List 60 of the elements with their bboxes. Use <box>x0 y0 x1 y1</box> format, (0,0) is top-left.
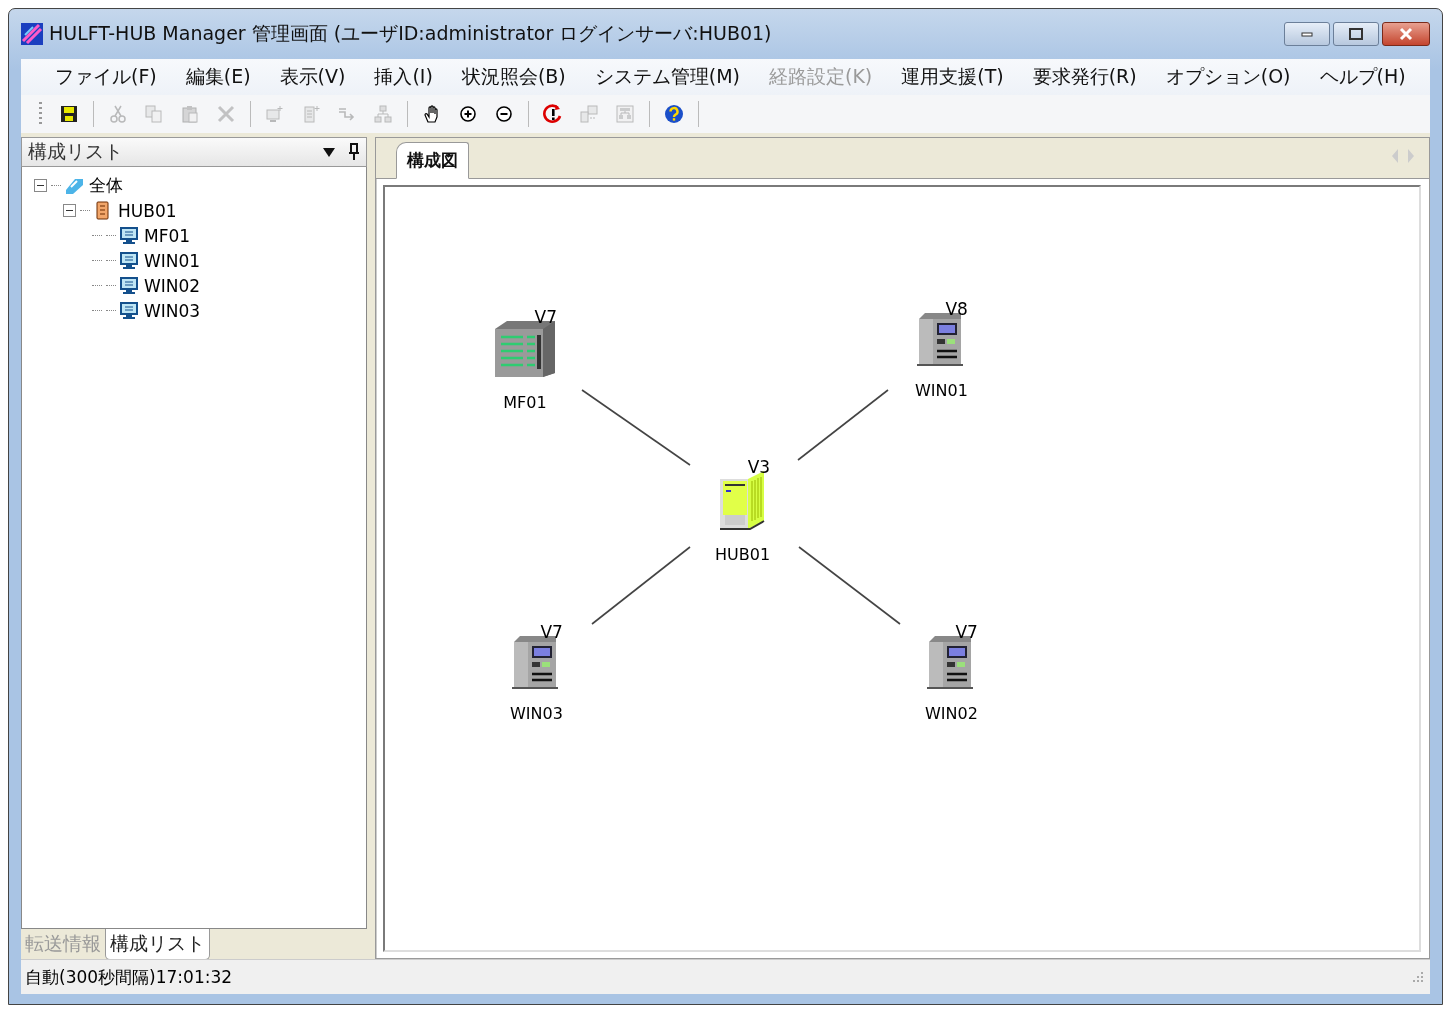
version-label: V8 <box>945 299 968 319</box>
dropdown-arrow-icon[interactable] <box>322 146 336 158</box>
close-button[interactable] <box>1382 22 1430 46</box>
copy-icon <box>144 104 164 124</box>
tree-item[interactable]: WIN03 <box>144 300 201 321</box>
close-icon <box>1398 27 1414 41</box>
version-label: V7 <box>955 622 978 642</box>
menu-item[interactable]: 要求発行(R) <box>1020 64 1149 90</box>
panel-title: 構成リスト <box>28 139 124 164</box>
collapse-toggle[interactable] <box>34 179 47 192</box>
collapse-toggle[interactable] <box>63 204 76 217</box>
node-label: WIN02 <box>925 704 978 723</box>
node-label: WIN03 <box>510 704 563 723</box>
tree-item[interactable]: WIN02 <box>144 275 201 296</box>
menu-item[interactable]: ファイル(F) <box>43 64 169 90</box>
scissors-icon <box>108 104 128 124</box>
monitor-icon <box>120 275 140 296</box>
view-tab[interactable]: 構成図 <box>396 142 469 179</box>
window-title: HULFT-HUB Manager 管理画面 (ユーザID:administrator ログインサーバ:HUB01) <box>49 21 773 46</box>
scroll-right-icon <box>1407 148 1415 164</box>
tree-item[interactable]: 全体 <box>89 174 123 197</box>
add-server-icon <box>301 104 321 124</box>
panel-tab[interactable]: 構成リスト <box>105 929 210 960</box>
monitor-icon <box>120 225 140 246</box>
clipboard-icon <box>180 104 200 124</box>
menu-item[interactable]: 表示(V) <box>267 64 358 90</box>
menu-item[interactable]: システム管理(M) <box>582 64 752 90</box>
maximize-icon <box>1348 27 1364 41</box>
version-label: V3 <box>747 457 771 477</box>
menu-item[interactable]: 運用支援(T) <box>889 64 1016 90</box>
add-computer-icon <box>265 104 285 124</box>
version-label: V7 <box>540 622 563 642</box>
tree-item[interactable]: MF01 <box>144 225 191 246</box>
monitor-icon <box>120 250 140 271</box>
scroll-left-icon <box>1391 148 1399 164</box>
layout-icon <box>615 104 635 124</box>
node-label: MF01 <box>503 393 547 412</box>
node-label: HUB01 <box>715 545 771 564</box>
version-label: V7 <box>534 307 557 327</box>
app-logo-icon <box>21 23 43 45</box>
save-icon <box>59 104 79 124</box>
zoom-in-icon <box>458 104 478 124</box>
tree-item[interactable]: WIN01 <box>144 250 201 271</box>
refresh-alert-icon <box>543 104 563 124</box>
menu-item[interactable]: 編集(E) <box>173 64 263 90</box>
resize-grip-icon <box>1412 971 1424 983</box>
menu-item[interactable]: 状況照会(B) <box>449 64 578 90</box>
tree-item[interactable]: HUB01 <box>118 200 177 221</box>
monitor-icon <box>120 300 140 321</box>
status-text: 自動(300秒間隔)17:01:32 <box>25 965 233 989</box>
menu-item[interactable]: ヘルプ(H) <box>1307 64 1418 90</box>
menu-item[interactable]: オプション(O) <box>1153 64 1303 90</box>
node-label: WIN01 <box>915 381 968 400</box>
pin-icon[interactable] <box>348 143 360 161</box>
maximize-button[interactable] <box>1333 22 1379 46</box>
transfer-icon <box>579 104 599 124</box>
zoom-out-icon <box>494 104 514 124</box>
delete-icon <box>216 104 236 124</box>
help-icon <box>664 104 684 124</box>
menu-item[interactable]: 挿入(I) <box>362 64 445 90</box>
